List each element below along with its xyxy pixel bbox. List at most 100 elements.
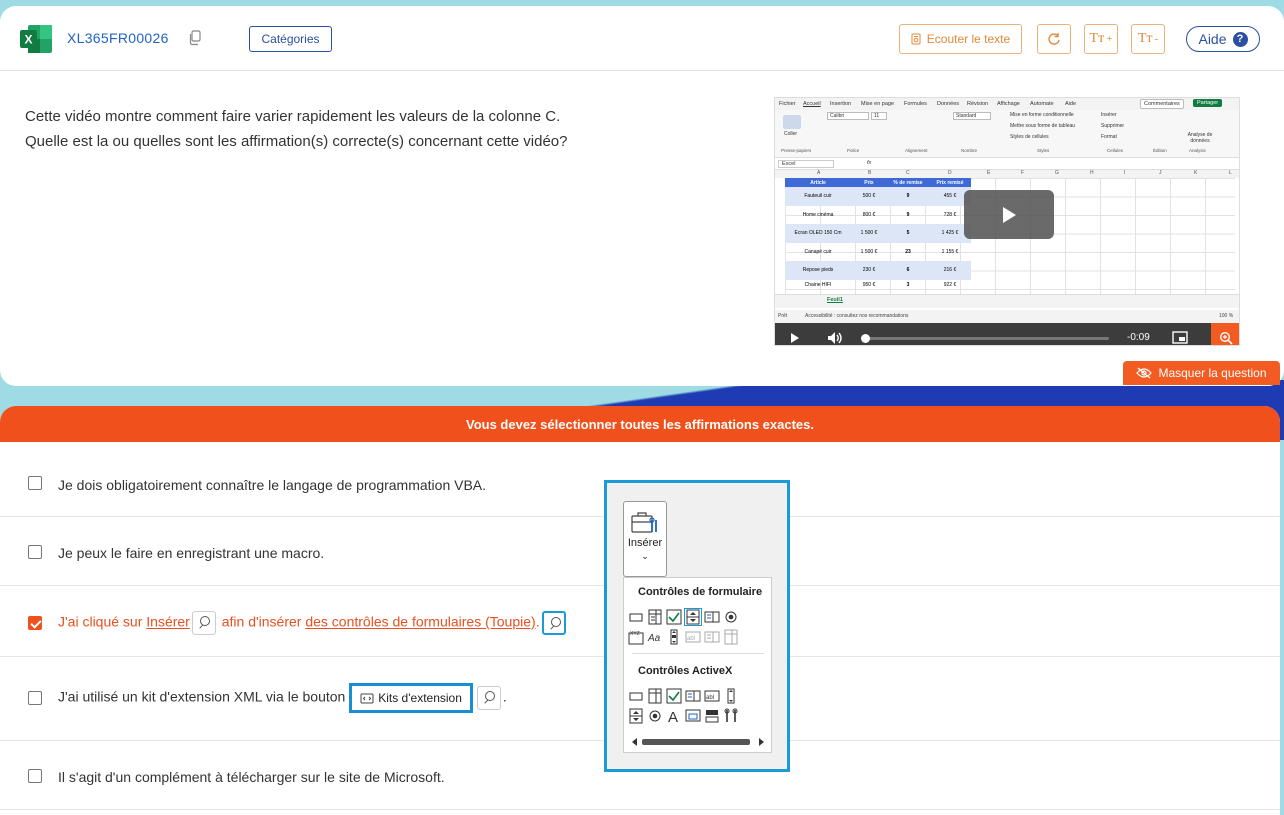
excel-tab: Affichage (997, 101, 1020, 107)
scroll-bar-icon[interactable] (666, 629, 682, 645)
answer-text-suffix: . (502, 688, 507, 705)
table-cell: Canapé cuir (804, 248, 832, 255)
answer-text-prefix: J'ai cliqué sur (58, 613, 147, 630)
column-header: F (1021, 170, 1025, 176)
column-header: J (1159, 170, 1162, 176)
activex-list-box-icon[interactable] (685, 688, 701, 704)
font-decrease-button[interactable]: Tт - (1131, 24, 1165, 54)
activex-toggle-button-icon[interactable] (704, 708, 720, 724)
video-play-overlay[interactable] (964, 190, 1054, 239)
table-header-cell: % de remise (893, 179, 923, 186)
table-cell: 1 500 € (860, 248, 878, 255)
table-row: Chaine HIFI 950 € 3 922 € (785, 280, 971, 290)
activex-spin-button-icon[interactable] (628, 708, 644, 724)
table-row: Repose pieds 230 € 6 216 € (785, 261, 971, 280)
video-progress-track[interactable] (865, 337, 1109, 340)
column-headers: A B C D E F G H I J K L (775, 170, 1239, 178)
answer-checkbox[interactable] (28, 691, 42, 705)
answer-checkbox-checked[interactable] (28, 616, 42, 630)
video-zoom-button[interactable] (1211, 323, 1239, 345)
dropdown-scrollbar[interactable] (628, 735, 768, 749)
video-player[interactable]: Fichier Accueil Insertion Mise en page F… (774, 97, 1240, 346)
picture-in-picture-icon[interactable] (1172, 331, 1188, 344)
list-box-icon[interactable] (704, 609, 720, 625)
table-cell: Home cinéma (802, 211, 834, 218)
column-header: D (948, 170, 952, 176)
column-header: L (1229, 170, 1232, 176)
activex-checkbox-icon[interactable] (666, 688, 682, 704)
font-increase-button[interactable]: Tт + (1084, 24, 1118, 54)
font-decrease-label: Tт (1137, 31, 1153, 46)
table-cell: 1 500 € (860, 230, 878, 237)
group-box-icon[interactable]: XYZ (628, 629, 644, 645)
excel-data-table: Article Prix % de remise Prix remisé Fau… (785, 178, 971, 290)
label-control-icon[interactable]: Aa (647, 629, 663, 645)
insert-link[interactable]: Insérer (146, 614, 190, 630)
ribbon-group-label: Police (847, 148, 860, 153)
answer-text: Je dois obligatoirement connaître le lan… (58, 477, 487, 493)
copy-icon[interactable] (188, 30, 202, 46)
table-cell: 922 € (943, 281, 957, 288)
excel-ribbon: Coller Calibri 11 Standard Mise en forme… (775, 110, 1239, 158)
ribbon-group-label: Analysis (1189, 148, 1206, 153)
excel-tab: Aide (1065, 101, 1077, 107)
excel-logo-icon: X (20, 25, 52, 53)
more-controls-icon[interactable] (723, 708, 739, 724)
insert-button[interactable]: Insérer ⌄ (623, 501, 667, 577)
video-progress-handle[interactable] (861, 334, 870, 343)
excel-comments-button: Commentaires (1140, 99, 1184, 109)
table-header-cell: Prix remisé (936, 179, 964, 186)
activex-scroll-bar-icon[interactable] (723, 688, 739, 704)
table-cell: 950 € (862, 281, 876, 288)
help-label: Aide (1198, 31, 1227, 47)
form-controls-link[interactable]: des contrôles de formulaires (Toupie) (305, 614, 535, 630)
spin-button-icon[interactable] (684, 608, 702, 626)
table-row: Fauteuil cuir 500 € 9 455 € (785, 187, 971, 206)
answer-checkbox[interactable] (28, 769, 42, 783)
svg-text:A: A (668, 709, 678, 724)
scrollbar-track[interactable] (628, 735, 768, 749)
command-button-icon[interactable] (628, 688, 644, 704)
exercise-code: XL365FR00026 (67, 30, 169, 46)
combo-list-edit-icon[interactable] (704, 629, 720, 645)
table-cell: 500 € (862, 193, 876, 200)
answer-checkbox[interactable] (28, 545, 42, 559)
text-field-icon[interactable]: abl (685, 629, 701, 645)
help-button[interactable]: Aide ? (1186, 26, 1260, 52)
table-row: Canapé cuir 1 500 € 23 1 155 € (785, 243, 971, 262)
option-button-icon[interactable] (723, 609, 739, 625)
hide-question-button[interactable]: Masquer la question (1123, 361, 1280, 385)
activex-controls-row-2: A (628, 708, 739, 724)
categories-button[interactable]: Catégories (249, 26, 332, 52)
ribbon-group-label: Édition (1153, 148, 1167, 153)
excel-tab: Mise en page (861, 101, 895, 107)
column-header: K (1194, 170, 1198, 176)
zoom-in-icon (1219, 331, 1233, 345)
paste-icon (783, 115, 801, 129)
reload-button[interactable] (1037, 24, 1071, 54)
activex-image-icon[interactable] (685, 708, 701, 724)
question-line-1: Cette vidéo montre comment faire varier … (25, 108, 561, 125)
kits-extension-button[interactable]: Kits d'extension (349, 683, 473, 713)
table-cell: Fauteuil cuir (804, 193, 832, 200)
answer-checkbox[interactable] (28, 476, 42, 490)
magnifier-icon[interactable] (191, 611, 216, 635)
play-icon[interactable] (790, 332, 800, 344)
svg-text:Aa: Aa (647, 633, 661, 644)
combo-drop-edit-icon[interactable] (723, 629, 739, 645)
button-control-icon[interactable] (628, 609, 644, 625)
ribbon-table-format: Mettre sous forme de tableau (1010, 123, 1076, 129)
activex-label-icon[interactable]: A (666, 708, 682, 724)
magnifier-icon-active[interactable] (541, 611, 566, 635)
table-header-row: Article Prix % de remise Prix remisé (785, 178, 971, 187)
activex-text-box-icon[interactable]: abl (704, 688, 720, 704)
volume-icon[interactable] (827, 331, 843, 345)
excel-tab: Automate (1030, 101, 1054, 107)
activex-combo-box-icon[interactable] (647, 688, 663, 704)
excel-name-box: Excel (778, 160, 834, 168)
magnifier-icon[interactable] (476, 686, 501, 710)
checkbox-control-icon[interactable] (666, 609, 682, 625)
listen-text-button[interactable]: Ecouter le texte (899, 24, 1022, 54)
combo-box-icon[interactable] (647, 609, 663, 625)
activex-option-button-icon[interactable] (647, 708, 663, 724)
